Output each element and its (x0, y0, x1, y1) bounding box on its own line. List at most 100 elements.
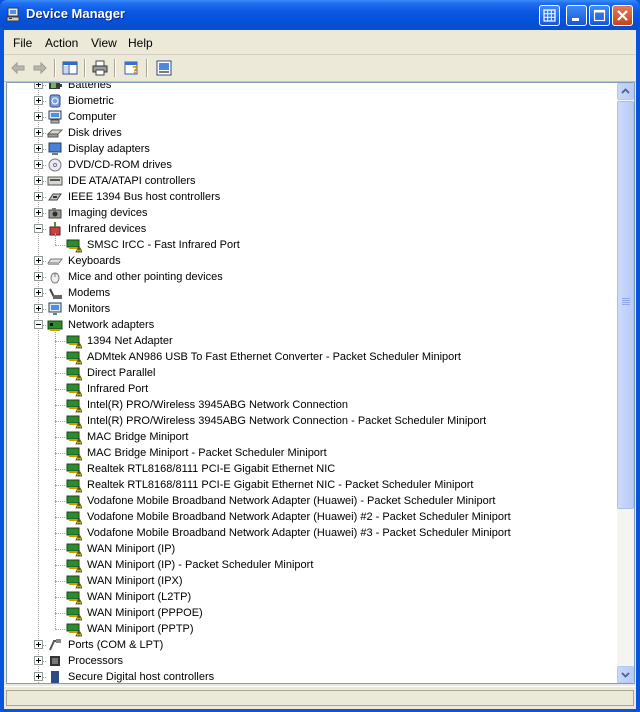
tree-device-row[interactable]: Direct Parallel (7, 365, 619, 381)
tree-device-row[interactable]: WAN Miniport (IP) (7, 541, 619, 557)
tree-device-row[interactable]: Realtek RTL8168/8111 PCI-E Gigabit Ether… (7, 461, 619, 477)
menu-help[interactable]: Help (128, 36, 153, 50)
scroll-thumb[interactable] (617, 101, 634, 509)
tree-device-row[interactable]: Infrared Port (7, 381, 619, 397)
tree-device-row[interactable]: ADMtek AN986 USB To Fast Ethernet Conver… (7, 349, 619, 365)
help-button[interactable]: ? (122, 58, 142, 78)
tree-device-row[interactable]: WAN Miniport (PPTP) (7, 621, 619, 637)
tree-device-label: Vodafone Mobile Broadband Network Adapte… (87, 527, 511, 539)
expand-toggle[interactable] (34, 256, 43, 265)
expand-toggle[interactable] (34, 304, 43, 313)
properties-button[interactable] (154, 58, 174, 78)
menu-view[interactable]: View (91, 36, 117, 50)
collapse-toggle[interactable] (34, 320, 43, 329)
tree-category-row[interactable]: IDE ATA/ATAPI controllers (7, 173, 619, 189)
toggle-plus-bar (38, 306, 39, 311)
tree-category-label: Mice and other pointing devices (68, 271, 223, 283)
tree-device-row[interactable]: WAN Miniport (PPPOE) (7, 605, 619, 621)
tree-device-label: ADMtek AN986 USB To Fast Ethernet Conver… (87, 351, 461, 363)
tree-device-row[interactable]: MAC Bridge Miniport - Packet Scheduler M… (7, 445, 619, 461)
tree-category-label: Monitors (68, 303, 111, 315)
tree-device-label: MAC Bridge Miniport - Packet Scheduler M… (87, 447, 327, 459)
menu-file[interactable]: File (13, 36, 32, 50)
tree-device-row[interactable]: MAC Bridge Miniport (7, 429, 619, 445)
toggle-plus-bar (38, 114, 39, 119)
tree-category-row[interactable]: Disk drives (7, 125, 619, 141)
tree-category-row[interactable]: Biometric (7, 93, 619, 109)
toolbar-separator (146, 59, 148, 77)
tree-category-row[interactable]: Batteries (7, 83, 619, 93)
expand-toggle[interactable] (34, 96, 43, 105)
tree-device-row[interactable]: WAN Miniport (L2TP) (7, 589, 619, 605)
title-bar[interactable]: Device Manager (0, 0, 640, 30)
forward-button[interactable] (30, 58, 50, 78)
device-manager-icon[interactable] (6, 7, 22, 23)
expand-toggle[interactable] (34, 272, 43, 281)
scroll-down-button[interactable] (617, 666, 634, 683)
expand-toggle[interactable] (34, 144, 43, 153)
tree-device-row[interactable]: Vodafone Mobile Broadband Network Adapte… (7, 493, 619, 509)
toggle-plus-bar (38, 98, 39, 103)
toolbar-separator (114, 59, 116, 77)
tree-category-row[interactable]: Mice and other pointing devices (7, 269, 619, 285)
expand-toggle[interactable] (34, 112, 43, 121)
tree-device-row[interactable]: Vodafone Mobile Broadband Network Adapte… (7, 509, 619, 525)
vertical-scrollbar[interactable] (617, 83, 634, 683)
expand-toggle[interactable] (34, 640, 43, 649)
tree-device-row[interactable]: Intel(R) PRO/Wireless 3945ABG Network Co… (7, 397, 619, 413)
tree-category-row[interactable]: Processors (7, 653, 619, 669)
expand-toggle[interactable] (34, 83, 43, 89)
expand-toggle[interactable] (34, 160, 43, 169)
tree-device-row[interactable]: WAN Miniport (IP) - Packet Scheduler Min… (7, 557, 619, 573)
back-button[interactable] (8, 58, 28, 78)
tree-category-row[interactable]: Ports (COM & LPT) (7, 637, 619, 653)
tree-device-row[interactable]: Realtek RTL8168/8111 PCI-E Gigabit Ether… (7, 477, 619, 493)
print-button[interactable] (90, 58, 110, 78)
expand-toggle[interactable] (34, 192, 43, 201)
device-tree-panel[interactable]: Batteries Biometric Computer Disk drives Dis… (6, 82, 635, 684)
expand-toggle[interactable] (34, 128, 43, 137)
tile-windows-button[interactable] (539, 5, 560, 26)
warning-device-icon (66, 511, 82, 525)
tree-device-row[interactable]: Intel(R) PRO/Wireless 3945ABG Network Co… (7, 413, 619, 429)
tree-category-row[interactable]: DVD/CD-ROM drives (7, 157, 619, 173)
tree-category-row[interactable]: IEEE 1394 Bus host controllers (7, 189, 619, 205)
tree-category-row[interactable]: Network adapters (7, 317, 619, 333)
tree-category-label: DVD/CD-ROM drives (68, 159, 172, 171)
scroll-up-button[interactable] (617, 83, 634, 100)
toggle-plus-bar (38, 146, 39, 151)
menu-action[interactable]: Action (45, 36, 78, 50)
tree-category-row[interactable]: Keyboards (7, 253, 619, 269)
warning-device-icon (66, 559, 82, 573)
expand-toggle[interactable] (34, 176, 43, 185)
show-hide-console-tree-button[interactable] (60, 58, 80, 78)
toggle-plus-bar (38, 642, 39, 647)
tree-device-row[interactable]: WAN Miniport (IPX) (7, 573, 619, 589)
expand-toggle[interactable] (34, 672, 43, 681)
maximize-button[interactable] (589, 5, 610, 26)
collapse-toggle[interactable] (34, 224, 43, 233)
tree-category-label: Infrared devices (68, 223, 147, 235)
close-button[interactable] (612, 5, 633, 26)
minimize-button[interactable] (566, 5, 587, 26)
tree-category-row[interactable]: Imaging devices (7, 205, 619, 221)
expand-toggle[interactable] (34, 208, 43, 217)
tree-device-row[interactable]: SMSC IrCC - Fast Infrared Port (7, 237, 619, 253)
expand-toggle[interactable] (34, 656, 43, 665)
tree-category-row[interactable]: Monitors (7, 301, 619, 317)
window-frame: File Action View Help ? Batteries Biomet… (4, 30, 636, 709)
tree-category-row[interactable]: Display adapters (7, 141, 619, 157)
tree-device-row[interactable]: Vodafone Mobile Broadband Network Adapte… (7, 525, 619, 541)
grip-line (622, 300, 630, 301)
tree-category-row[interactable]: Modems (7, 285, 619, 301)
warning-device-icon (66, 383, 82, 397)
keyboard-icon (47, 258, 63, 265)
status-pane (6, 690, 634, 706)
tree-category-row[interactable]: Secure Digital host controllers (7, 669, 619, 683)
tree-category-row[interactable]: Computer (7, 109, 619, 125)
tree-device-label: Intel(R) PRO/Wireless 3945ABG Network Co… (87, 399, 349, 411)
tree-device-row[interactable]: 1394 Net Adapter (7, 333, 619, 349)
expand-toggle[interactable] (34, 288, 43, 297)
device-tree[interactable]: Batteries Biometric Computer Disk drives Dis… (7, 83, 619, 683)
tree-category-row[interactable]: Infrared devices (7, 221, 619, 237)
